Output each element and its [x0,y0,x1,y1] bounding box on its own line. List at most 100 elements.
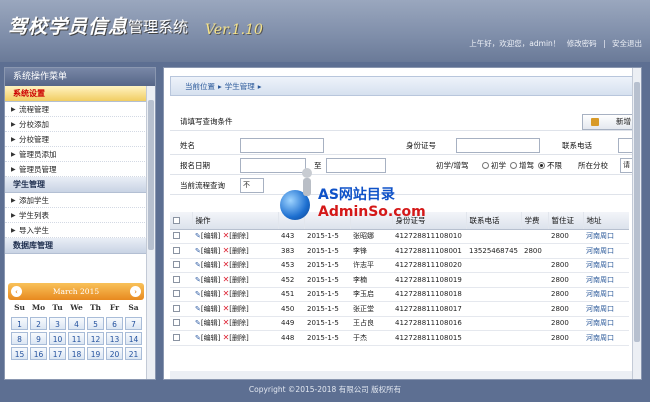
cell-date: 2015-1-5 [304,272,350,288]
delete-link[interactable]: [删除] [229,319,248,327]
scrollbar-thumb[interactable] [148,100,154,250]
cell-fee [521,316,548,331]
row-checkbox-cell[interactable] [170,316,192,331]
calendar-day[interactable]: 21 [125,347,142,360]
chevron-left-icon[interactable]: ‹ [11,286,22,297]
name-input[interactable] [240,138,324,153]
cell-phone [466,258,521,273]
logout-link[interactable]: 安全退出 [612,39,642,48]
scrollbar-thumb[interactable] [634,82,640,342]
delete-link[interactable]: [删除] [229,276,248,284]
menu-group-database-management[interactable]: 数据库管理 [5,238,155,254]
row-checkbox-cell[interactable] [170,287,192,302]
menu-group-student-management[interactable]: 学生管理 [5,177,155,193]
calendar-weekday: Su [14,303,25,312]
footer: Copyright ©2015-2018 有限公司 版权所有 [248,385,402,394]
chevron-right-icon[interactable]: › [130,286,141,297]
delete-link[interactable]: [删除] [229,305,248,313]
calendar-day[interactable]: 14 [125,332,142,345]
calendar-day[interactable]: 11 [68,332,85,345]
calendar-day[interactable]: 8 [11,332,28,345]
license-option-any[interactable]: 不限 [538,156,562,175]
row-checkbox-cell[interactable] [170,301,192,317]
calendar-day[interactable]: 15 [11,347,28,360]
calendar-day[interactable]: 20 [106,347,123,360]
watermark-line1: AS网站目录 [318,187,395,203]
checkbox-icon[interactable] [173,275,180,283]
cell-permit: 2800 [548,229,583,244]
row-checkbox-cell[interactable] [170,258,192,273]
edit-link[interactable]: [编辑] [201,334,220,342]
menu-group-system-settings[interactable]: 系统设置 [5,86,155,102]
main-scrollbar[interactable] [632,68,641,379]
checkbox-icon[interactable] [173,232,180,240]
breadcrumb-section[interactable]: 学生管理 [225,82,255,91]
cell-phone [466,229,521,244]
license-option-upgrade[interactable]: 增驾 [510,156,534,175]
row-checkbox-cell[interactable] [170,330,192,346]
checkbox-icon[interactable] [173,290,180,298]
menu-item-add-admin[interactable]: ▶ 管理员添加 [5,147,145,162]
menu-item-branch-management[interactable]: ▶ 分校管理 [5,132,145,147]
license-option-label: 不限 [547,161,562,170]
calendar-day[interactable]: 7 [125,317,142,330]
checkbox-icon[interactable] [173,333,180,341]
license-option-beginner[interactable]: 初学 [482,156,506,175]
id-number-input[interactable] [456,138,540,153]
delete-link[interactable]: [删除] [229,261,248,269]
cell-address: 河南周口 [583,316,629,331]
name-label: 姓名 [180,141,195,150]
calendar-day[interactable]: 12 [87,332,104,345]
delete-link[interactable]: [删除] [229,247,248,255]
row-checkbox-cell[interactable] [170,243,192,259]
calendar-day[interactable]: 6 [106,317,123,330]
horizontal-scrollbar[interactable] [170,371,633,379]
cell-permit: 2800 [548,301,583,317]
checkbox-icon[interactable] [173,246,180,254]
menu-item-admin-management[interactable]: ▶ 管理员管理 [5,162,145,177]
calendar-day[interactable]: 19 [87,347,104,360]
delete-link[interactable]: [删除] [229,232,248,240]
arrow-right-icon: ▶ [11,121,16,128]
menu-item-add-branch[interactable]: ▶ 分校添加 [5,117,145,132]
edit-link[interactable]: [编辑] [201,290,220,298]
checkbox-icon[interactable] [173,304,180,312]
calendar-day[interactable]: 16 [30,347,47,360]
row-checkbox-cell[interactable] [170,272,192,288]
row-checkbox-cell[interactable] [170,229,192,244]
menu-item-student-list[interactable]: ▶ 学生列表 [5,208,145,223]
calendar-day[interactable]: 13 [106,332,123,345]
calendar-day[interactable]: 18 [68,347,85,360]
menu-item-flow-management[interactable]: ▶ 流程管理 [5,102,145,117]
flow-select[interactable]: 不 [240,178,264,193]
edit-link[interactable]: [编辑] [201,247,220,255]
calendar: ‹ March 2015 › Su Mo Tu We Th Fr Sa 1 2 3 4 5 6 7 8 9 10… [8,283,144,360]
edit-link[interactable]: [编辑] [201,232,220,240]
sidebar-scrollbar[interactable] [146,86,155,379]
calendar-day[interactable]: 17 [49,347,66,360]
menu-item-import-students[interactable]: ▶ 导入学生 [5,223,145,238]
checkbox-icon[interactable] [173,319,180,327]
calendar-day[interactable]: 3 [49,317,66,330]
calendar-day[interactable]: 4 [68,317,85,330]
edit-link[interactable]: [编辑] [201,319,220,327]
calendar-day[interactable]: 1 [11,317,28,330]
add-button[interactable]: 新增 [582,114,638,130]
cell-date: 2015-1-5 [304,229,350,244]
calendar-day[interactable]: 10 [49,332,66,345]
calendar-day[interactable]: 5 [87,317,104,330]
delete-link[interactable]: [删除] [229,290,248,298]
menu-item-add-student[interactable]: ▶ 添加学生 [5,193,145,208]
checkbox-icon[interactable] [173,216,180,224]
column-header-checkbox[interactable] [170,212,193,230]
edit-link[interactable]: [编辑] [201,261,220,269]
edit-link[interactable]: [编辑] [201,305,220,313]
calendar-day[interactable]: 9 [30,332,47,345]
delete-link[interactable]: [删除] [229,334,248,342]
arrow-right-icon: ▶ [11,106,16,113]
change-password-link[interactable]: 修改密码 [567,39,597,48]
checkbox-icon[interactable] [173,261,180,269]
edit-link[interactable]: [编辑] [201,276,220,284]
cell-address: 河南周口 [583,301,629,317]
calendar-day[interactable]: 2 [30,317,47,330]
